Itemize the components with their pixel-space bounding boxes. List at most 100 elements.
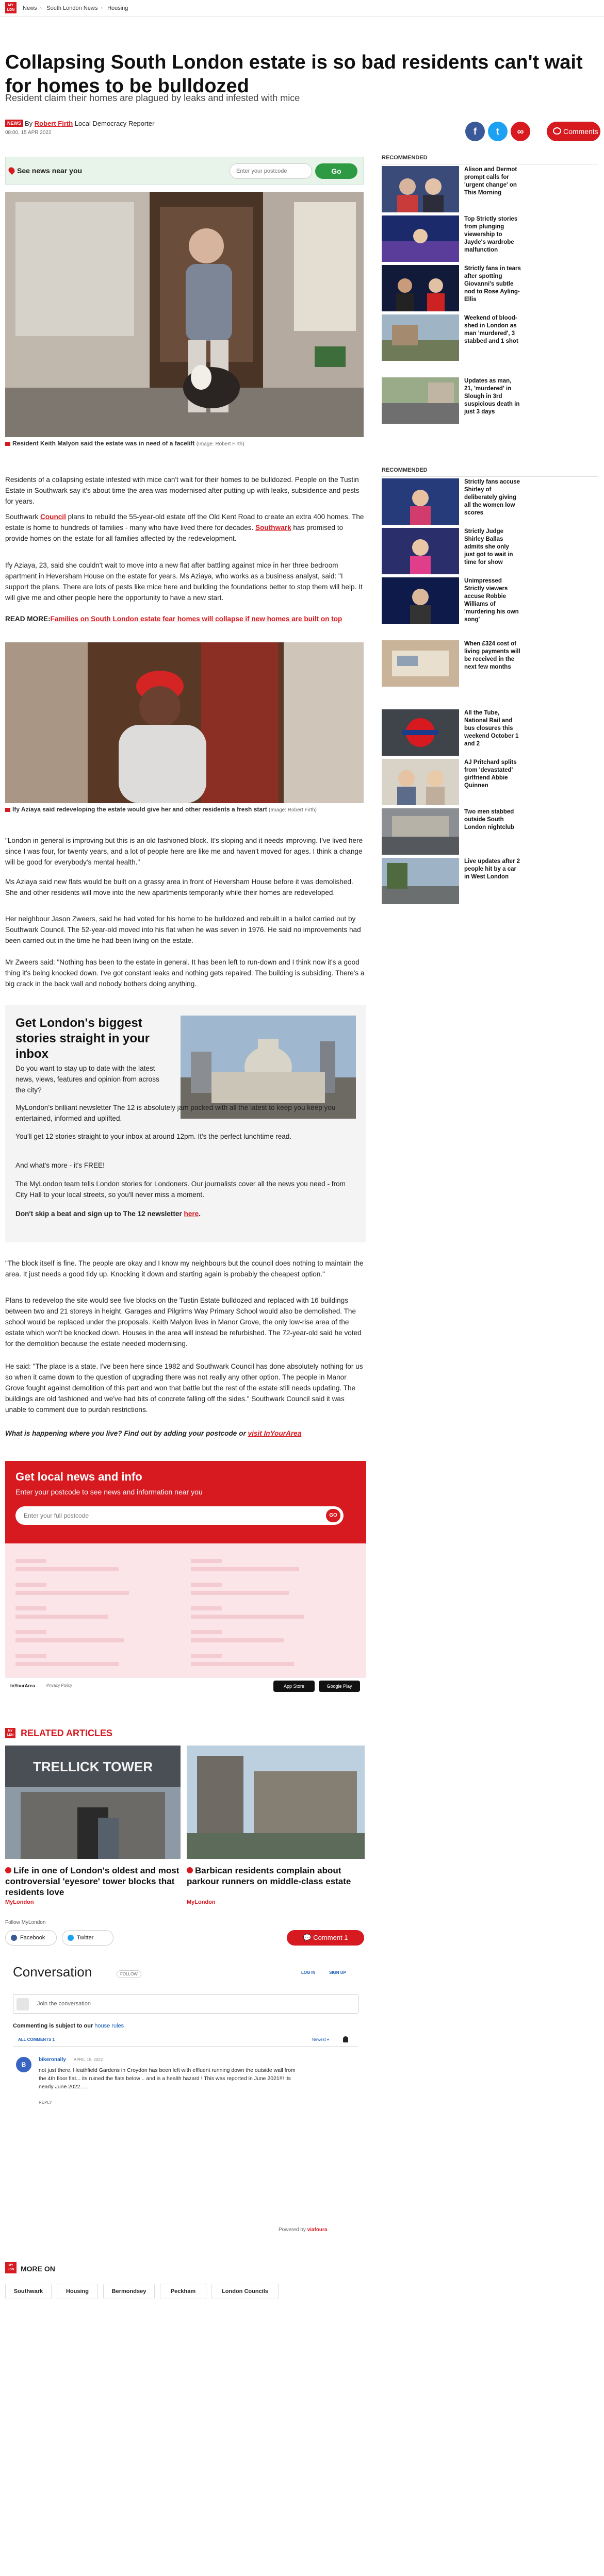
all-comments-label: ALL COMMENTS [18,2037,52,2042]
paragraph-7: Mr Zweers said: "Nothing has been to the… [5,958,365,988]
hero-caption-text: Resident Keith Malyon said the estate wa… [12,440,195,447]
related-source-1: MyLondon [5,1899,34,1905]
sidebar-item[interactable]: AJ Pritchard splits from 'devastated' gi… [382,759,598,808]
sidebar-item[interactable]: Strictly Judge Shirley Ballas admits she… [382,528,598,577]
facebook-share-button[interactable]: f [465,122,485,141]
commenter-name[interactable]: bikeronally [39,2057,66,2063]
placeholder-line [191,1559,222,1563]
local-postcode-go-button[interactable]: GO [326,1509,340,1522]
house-rules-link[interactable]: house rules [94,2023,124,2029]
tag-bermondsey[interactable]: Bermondsey [103,2284,155,2299]
placeholder-line [191,1638,284,1642]
sidebar-item[interactable]: All the Tube, National Rail and bus clos… [382,709,598,759]
local-news-title: Get local news and info [15,1470,142,1483]
sidebar-item[interactable]: Top Strictly stories from plunging viewe… [382,215,598,265]
placeholder-line [15,1559,46,1563]
more-on-header: MY LDN MORE ON [5,2262,366,2278]
related-article-1-title: Life in one of London's oldest and most … [5,1866,179,1897]
placeholder-line [191,1583,222,1587]
app-store-badge[interactable]: App Store [273,1681,315,1692]
local-news-subtitle: Enter your postcode to see news and info… [15,1488,203,1496]
breadcrumb-news[interactable]: News [23,5,37,11]
sidebar-item-title: Strictly Judge Shirley Ballas admits she… [464,528,513,566]
southwark-link[interactable]: Southwark [255,524,291,531]
related-article-2[interactable]: Barbican residents complain about parkou… [187,1865,362,1887]
breadcrumb-south-london[interactable]: South London News [46,5,97,11]
google-play-badge[interactable]: Google Play [319,1681,360,1692]
newsletter-signup-link[interactable]: here [184,1210,199,1218]
login-link[interactable]: LOG IN [301,1970,316,1975]
author-role: Local Democracy Reporter [74,120,155,127]
inyourarea-logo[interactable]: InYourArea [10,1683,35,1688]
paragraph-11: What is happening where you live? Find o… [5,1428,366,1439]
postcode-go-button[interactable]: Go [315,163,357,179]
mylondon-logo: MY LDN [5,2262,17,2273]
twitter-share-button[interactable]: t [488,122,508,141]
paragraph-5: Ms Aziaya said new flats would be built … [5,878,353,896]
sidebar-thumb [382,314,459,361]
paragraph-9: Plans to redevelop the site would see fi… [5,1297,362,1348]
local-postcode-input[interactable] [15,1506,344,1525]
related-image-2[interactable] [187,1746,365,1859]
article-headline: Collapsing South London estate is so bad… [5,52,583,97]
sidebar-item[interactable]: Live updates after 2 people hit by a car… [382,858,598,907]
tag-london-councils[interactable]: London Councils [211,2284,279,2299]
sidebar-thumb [382,808,459,855]
follow-facebook-button[interactable]: Facebook [5,1930,57,1946]
top-bar: MY LDN News › South London News › Housing [0,0,604,16]
viafoura-logo[interactable]: viafoura [307,2227,328,2233]
sidebar-thumb [382,265,459,311]
sidebar-item[interactable]: Strictly fans accuse Shirley of delibera… [382,478,598,528]
privacy-policy-link[interactable]: Privacy Policy [46,1683,72,1688]
sort-dropdown[interactable]: Newest ▾ [312,2037,329,2042]
sidebar-item[interactable]: When £324 cost of living payments will b… [382,640,598,690]
camera-icon [5,807,10,812]
author-link[interactable]: Robert Firth [35,120,73,127]
user-avatar [17,1998,29,2010]
reply-button[interactable]: REPLY [39,2100,52,2105]
signup-link[interactable]: SIGN UP [329,1970,346,1975]
tag-southwark[interactable]: Southwark [5,2284,52,2299]
postcode-input[interactable] [230,163,312,179]
sidebar-item[interactable]: Updates as man, 21, 'murdered' in Slough… [382,377,598,427]
sidebar-item[interactable]: Weekend of blood-shed in London as man '… [382,314,598,364]
sidebar-thumb [382,528,459,574]
copy-link-button[interactable]: ∞ [511,122,530,141]
paragraph-6: Her neighbour Jason Zweers, said he had … [5,915,361,944]
postcode-label: See news near you [17,167,83,175]
sidebar-item-title: Top Strictly stories from plunging viewe… [464,216,518,253]
related-image-1[interactable]: TRELLICK TOWER [5,1746,181,1859]
paragraph-4: "London in general is improving but this… [5,837,363,866]
inyourarea-link[interactable]: visit InYourArea [248,1430,302,1437]
follow-twitter-button[interactable]: Twitter [62,1930,113,1946]
placeholder-line [191,1615,304,1619]
sidebar-item[interactable]: Alison and Dermot prompt calls for 'urge… [382,166,598,215]
comment-button[interactable]: 💬 Comment 1 [287,1930,364,1946]
comment-tabs: ALL COMMENTS 1 Newest ▾ [13,2035,358,2047]
breadcrumb-housing[interactable]: Housing [107,5,128,11]
more-on-title: MORE ON [21,2265,55,2273]
tag-peckham[interactable]: Peckham [160,2284,206,2299]
house-rules-text: Commenting is subject to our [13,2023,95,2029]
related-source-2: MyLondon [187,1899,216,1905]
tag-housing[interactable]: Housing [57,2284,98,2299]
sidebar-item[interactable]: Strictly fans in tears after spotting Gi… [382,265,598,314]
twitter-icon: t [496,126,499,137]
bell-icon[interactable] [343,2036,348,2042]
site-logo[interactable]: MY LDN [5,2,17,13]
comment-input[interactable]: Join the conversation [13,1994,358,2014]
council-link[interactable]: Council [40,513,66,521]
sidebar-item[interactable]: Unimpressed Strictly viewers accuse Robb… [382,577,598,627]
related-article-1[interactable]: Life in one of London's oldest and most … [5,1865,181,1898]
read-more-link[interactable]: Families on South London estate fear hom… [51,615,342,623]
tab-all-comments[interactable]: ALL COMMENTS 1 [18,2037,55,2042]
comments-button[interactable]: Comments [547,122,600,141]
sidebar-item[interactable]: Two men stabbed outside South London nig… [382,808,598,858]
page: MY LDN News › South London News › Housing C… [0,0,604,2576]
hero-caption: Resident Keith Malyon said the estate wa… [5,439,366,448]
trellick-sign: TRELLICK TOWER [33,1759,153,1774]
postcode-widget: See news near you Go [5,157,364,185]
comment-count: 1 [344,1934,348,1941]
follow-conversation-button[interactable]: FOLLOW [117,1970,141,1978]
p11-text: What is happening where you live? Find o… [5,1430,248,1437]
